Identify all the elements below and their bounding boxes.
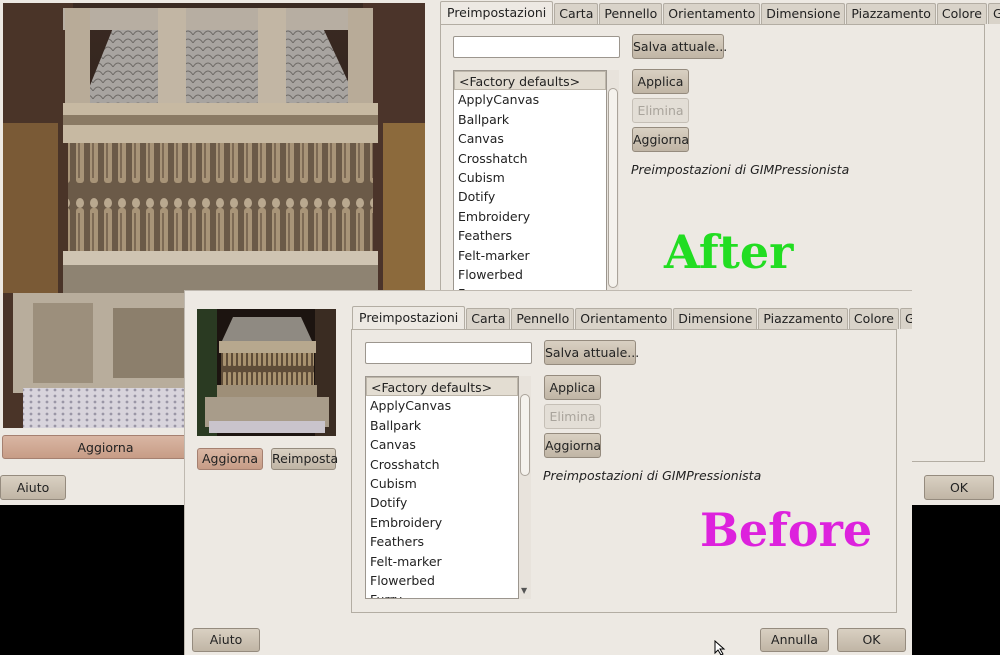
before-preview-image [197, 309, 336, 436]
before-preset-name-input[interactable] [365, 342, 532, 364]
list-item[interactable]: Feathers [454, 226, 606, 245]
before-tab-placement[interactable]: Piazzamento [758, 308, 848, 329]
before-tab-size[interactable]: Dimensione [673, 308, 758, 329]
list-item[interactable]: Felt-marker [366, 552, 518, 571]
before-tab-color[interactable]: Colore [848, 308, 899, 329]
after-delete-button[interactable]: Elimina [632, 98, 689, 123]
list-item[interactable]: Felt-marker [454, 246, 606, 265]
before-presets-scrollbar[interactable]: ▼ [519, 376, 531, 599]
before-preview-update-button[interactable]: Aggiorna [197, 448, 263, 470]
before-label: Before [700, 503, 873, 557]
list-item[interactable]: Feathers [366, 532, 518, 551]
list-item[interactable]: Cubism [454, 168, 606, 187]
after-ok-button[interactable]: OK [924, 475, 994, 500]
after-label: After [664, 225, 794, 279]
list-item[interactable]: Crosshatch [366, 455, 518, 474]
before-save-current-button[interactable]: Salva attuale... [544, 340, 639, 365]
before-presets-list[interactable]: <Factory defaults> ApplyCanvas Ballpark … [365, 376, 519, 599]
before-tab-paper[interactable]: Carta [466, 308, 511, 329]
after-preset-name-input[interactable] [453, 36, 620, 58]
before-scrollbar-thumb[interactable] [520, 394, 530, 476]
list-item[interactable]: <Factory defaults> [454, 71, 606, 91]
after-tab-paper[interactable]: Carta [554, 3, 599, 24]
after-refresh-button[interactable]: Aggiorna [632, 127, 689, 152]
after-presets-scrollbar[interactable] [607, 70, 619, 295]
before-tab-brush[interactable]: Pennello [511, 308, 575, 329]
list-item[interactable]: Cubism [366, 474, 518, 493]
list-item[interactable]: Ballpark [454, 110, 606, 129]
list-item[interactable]: ApplyCanvas [454, 90, 606, 109]
before-tab-presets[interactable]: Preimpostazioni [352, 306, 466, 330]
list-item[interactable]: <Factory defaults> [366, 377, 518, 397]
list-item[interactable]: Dotify [366, 493, 518, 512]
scroll-down-icon[interactable]: ▼ [521, 586, 527, 595]
list-item[interactable]: Dotify [454, 187, 606, 206]
after-save-current-button[interactable]: Salva attuale... [632, 34, 727, 59]
list-item[interactable]: Canvas [366, 435, 518, 454]
list-item[interactable]: Flowerbed [454, 265, 606, 284]
list-item[interactable]: Crosshatch [454, 149, 606, 168]
list-item[interactable]: Embroidery [454, 207, 606, 226]
before-tab-orientation[interactable]: Orientamento [575, 308, 673, 329]
list-item[interactable]: Furry [366, 590, 518, 598]
after-help-button[interactable]: Aiuto [0, 475, 66, 500]
before-delete-button[interactable]: Elimina [544, 404, 601, 429]
after-tab-brush[interactable]: Pennello [599, 3, 663, 24]
mouse-pointer-icon [714, 639, 726, 655]
list-item[interactable]: ApplyCanvas [366, 396, 518, 415]
before-ok-button[interactable]: OK [837, 628, 906, 652]
before-presets-caption: Preimpostazioni di GIMPressionista [543, 468, 762, 483]
list-item[interactable]: Embroidery [366, 513, 518, 532]
list-item[interactable]: Ballpark [366, 416, 518, 435]
after-presets-caption: Preimpostazioni di GIMPressionista [631, 162, 850, 177]
after-apply-button[interactable]: Applica [632, 69, 689, 94]
after-tab-presets[interactable]: Preimpostazioni [440, 1, 554, 25]
after-tab-placement[interactable]: Piazzamento [846, 3, 936, 24]
list-item[interactable]: Canvas [454, 129, 606, 148]
before-help-button[interactable]: Aiuto [192, 628, 260, 652]
after-presets-list[interactable]: <Factory defaults> ApplyCanvas Ballpark … [453, 70, 607, 295]
after-tab-size[interactable]: Dimensione [761, 3, 846, 24]
after-tab-bar: Preimpostazioni Carta Pennello Orientame… [440, 0, 1000, 25]
after-tab-orientation[interactable]: Orientamento [663, 3, 761, 24]
list-item[interactable]: Flowerbed [366, 571, 518, 590]
before-dialog: Aggiorna Reimposta Preimpostazioni Carta… [184, 290, 912, 655]
before-tab-bar: Preimpostazioni Carta Pennello Orientame… [352, 305, 912, 330]
after-tab-color[interactable]: Colore [936, 3, 987, 24]
after-preview-update-button[interactable]: Aggiorna [2, 435, 209, 459]
before-tab-general[interactable]: Generale [899, 308, 912, 329]
before-refresh-button[interactable]: Aggiorna [544, 433, 601, 458]
after-scrollbar-thumb[interactable] [608, 88, 618, 288]
before-apply-button[interactable]: Applica [544, 375, 601, 400]
after-tab-general[interactable]: Generale [987, 3, 1000, 24]
before-cancel-button[interactable]: Annulla [760, 628, 829, 652]
before-preview-reset-button[interactable]: Reimposta [271, 448, 338, 470]
